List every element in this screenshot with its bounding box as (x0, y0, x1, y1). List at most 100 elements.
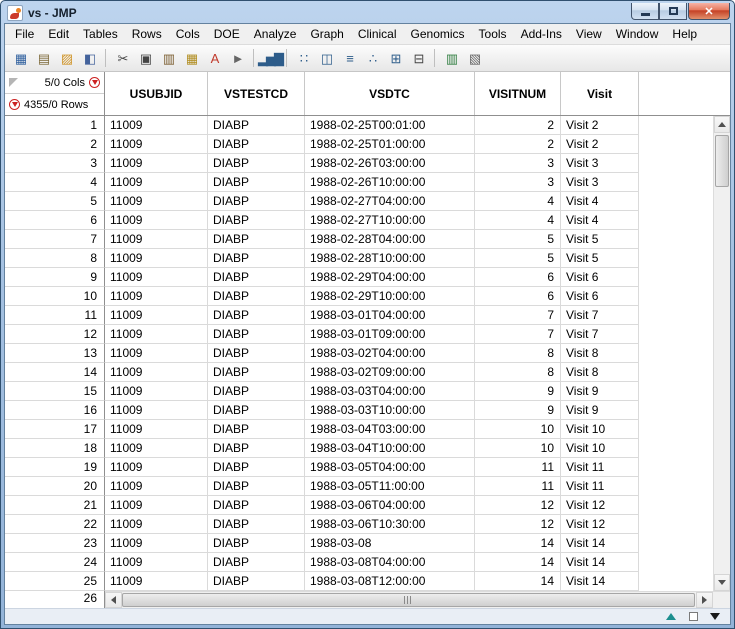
cell-vsdtc[interactable]: 1988-03-03T04:00:00 (305, 382, 475, 401)
menu-item-file[interactable]: File (8, 24, 41, 44)
cell-vsdtc[interactable]: 1988-02-25T00:01:00 (305, 116, 475, 135)
cell-vsdtc[interactable]: 1988-02-27T04:00:00 (305, 192, 475, 211)
cell-visit[interactable]: Visit 9 (561, 382, 639, 401)
cell-visit[interactable]: Visit 5 (561, 230, 639, 249)
open-button[interactable]: ▨ (55, 47, 77, 69)
cell-usubjid[interactable]: 11009 (105, 572, 208, 591)
graph-builder-button[interactable]: ▥ (440, 47, 462, 69)
cell-vstestcd[interactable]: DIABP (208, 515, 305, 534)
cell-usubjid[interactable]: 11009 (105, 135, 208, 154)
menu-item-doe[interactable]: DOE (207, 24, 247, 44)
matched-pairs-button[interactable]: ◫ (315, 47, 337, 69)
cell-visit[interactable]: Visit 2 (561, 135, 639, 154)
cell-visitnum[interactable]: 14 (475, 553, 561, 572)
cell-usubjid[interactable]: 11009 (105, 363, 208, 382)
cell-vsdtc[interactable]: 1988-03-03T10:00:00 (305, 401, 475, 420)
cell-visitnum[interactable]: 8 (475, 363, 561, 382)
cell-vstestcd[interactable]: DIABP (208, 192, 305, 211)
cell-visit[interactable]: Visit 8 (561, 344, 639, 363)
cell-visit[interactable]: Visit 4 (561, 192, 639, 211)
cell-visitnum[interactable]: 2 (475, 135, 561, 154)
cell-visit[interactable]: Visit 10 (561, 420, 639, 439)
cell-visitnum[interactable]: 10 (475, 420, 561, 439)
cell-vstestcd[interactable]: DIABP (208, 116, 305, 135)
cell-vstestcd[interactable]: DIABP (208, 230, 305, 249)
cell-visitnum[interactable]: 3 (475, 154, 561, 173)
cell-usubjid[interactable]: 11009 (105, 306, 208, 325)
cell-vstestcd[interactable]: DIABP (208, 306, 305, 325)
menu-item-genomics[interactable]: Genomics (404, 24, 472, 44)
row-number-cell[interactable]: 9 (5, 268, 105, 287)
cell-visitnum[interactable]: 12 (475, 515, 561, 534)
row-number-cell[interactable]: 22 (5, 515, 105, 534)
cell-usubjid[interactable]: 11009 (105, 154, 208, 173)
pdf-button[interactable]: A (203, 47, 225, 69)
cell-visitnum[interactable]: 11 (475, 458, 561, 477)
row-number-cell[interactable]: 25 (5, 572, 105, 591)
cell-vstestcd[interactable]: DIABP (208, 439, 305, 458)
cell-visitnum[interactable]: 12 (475, 496, 561, 515)
cell-visitnum[interactable]: 4 (475, 211, 561, 230)
cell-vstestcd[interactable]: DIABP (208, 249, 305, 268)
cell-visitnum[interactable]: 9 (475, 382, 561, 401)
cell-visit[interactable]: Visit 12 (561, 515, 639, 534)
cell-visit[interactable]: Visit 7 (561, 306, 639, 325)
row-number-cell[interactable]: 14 (5, 363, 105, 382)
cell-visit[interactable]: Visit 3 (561, 173, 639, 192)
cell-usubjid[interactable]: 11009 (105, 534, 208, 553)
cell-visitnum[interactable]: 5 (475, 230, 561, 249)
cell-usubjid[interactable]: 11009 (105, 287, 208, 306)
cell-visit[interactable]: Visit 9 (561, 401, 639, 420)
cell-visitnum[interactable]: 5 (475, 249, 561, 268)
cell-vsdtc[interactable]: 1988-02-26T03:00:00 (305, 154, 475, 173)
cell-visit[interactable]: Visit 2 (561, 116, 639, 135)
cell-vsdtc[interactable]: 1988-03-04T03:00:00 (305, 420, 475, 439)
cell-usubjid[interactable]: 11009 (105, 515, 208, 534)
row-number-cell[interactable]: 13 (5, 344, 105, 363)
cell-visit[interactable]: Visit 14 (561, 534, 639, 553)
menu-item-tables[interactable]: Tables (76, 24, 125, 44)
menu-item-clinical[interactable]: Clinical (351, 24, 404, 44)
table-disclosure-icon[interactable] (9, 78, 18, 87)
cell-vsdtc[interactable]: 1988-02-27T10:00:00 (305, 211, 475, 230)
cell-usubjid[interactable]: 11009 (105, 477, 208, 496)
cell-vstestcd[interactable]: DIABP (208, 458, 305, 477)
cell-vsdtc[interactable]: 1988-02-28T10:00:00 (305, 249, 475, 268)
row-number-cell[interactable]: 19 (5, 458, 105, 477)
cell-visit[interactable]: Visit 12 (561, 496, 639, 515)
cell-usubjid[interactable]: 11009 (105, 401, 208, 420)
maximize-button[interactable] (659, 3, 687, 20)
export-table-button[interactable]: ▦ (180, 47, 202, 69)
cell-vsdtc[interactable]: 1988-03-06T04:00:00 (305, 496, 475, 515)
cell-vstestcd[interactable]: DIABP (208, 420, 305, 439)
menu-item-graph[interactable]: Graph (303, 24, 350, 44)
cell-visit[interactable]: Visit 3 (561, 154, 639, 173)
menu-item-analyze[interactable]: Analyze (247, 24, 304, 44)
new-data-table-button[interactable]: ▦ (9, 47, 31, 69)
column-header-vsdtc[interactable]: VSDTC (305, 72, 475, 115)
partial-row-number[interactable]: 26 (5, 591, 105, 608)
cell-visitnum[interactable]: 7 (475, 306, 561, 325)
cell-vstestcd[interactable]: DIABP (208, 135, 305, 154)
row-number-cell[interactable]: 15 (5, 382, 105, 401)
cell-visit[interactable]: Visit 7 (561, 325, 639, 344)
row-number-cell[interactable]: 6 (5, 211, 105, 230)
paste-button[interactable]: ▥ (157, 47, 179, 69)
cell-visit[interactable]: Visit 5 (561, 249, 639, 268)
column-header-visit[interactable]: Visit (561, 72, 639, 115)
cell-vstestcd[interactable]: DIABP (208, 534, 305, 553)
cell-vstestcd[interactable]: DIABP (208, 363, 305, 382)
menu-item-rows[interactable]: Rows (125, 24, 169, 44)
copy-button[interactable]: ▣ (134, 47, 156, 69)
tabulate-button[interactable]: ⊟ (407, 47, 429, 69)
row-number-cell[interactable]: 11 (5, 306, 105, 325)
row-number-cell[interactable]: 23 (5, 534, 105, 553)
column-header-visitnum[interactable]: VISITNUM (475, 72, 561, 115)
cell-usubjid[interactable]: 11009 (105, 344, 208, 363)
cell-usubjid[interactable]: 11009 (105, 192, 208, 211)
cell-usubjid[interactable]: 11009 (105, 230, 208, 249)
jmp-app-icon[interactable] (7, 5, 23, 21)
cut-button[interactable]: ✂ (111, 47, 133, 69)
cell-visitnum[interactable]: 10 (475, 439, 561, 458)
cell-vsdtc[interactable]: 1988-03-05T11:00:00 (305, 477, 475, 496)
